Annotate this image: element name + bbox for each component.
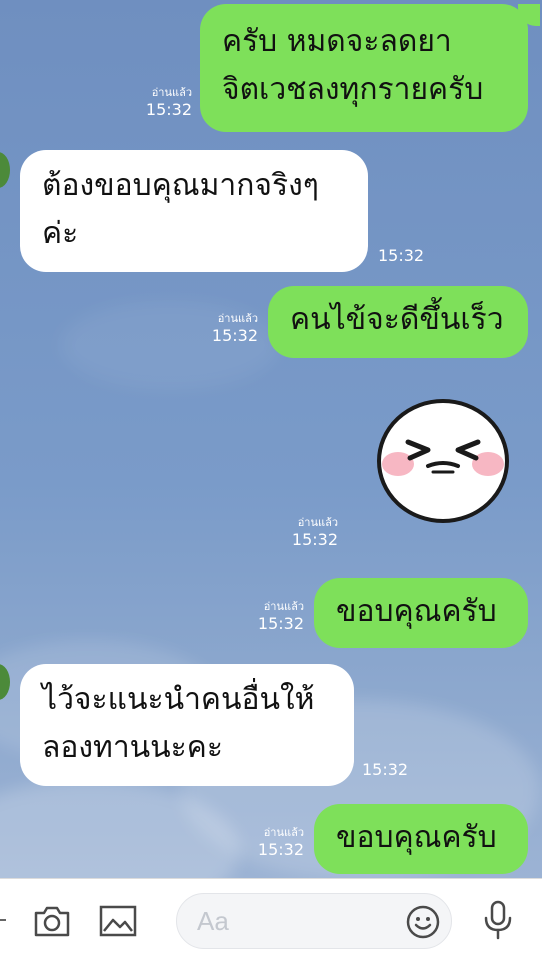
microphone-icon[interactable] xyxy=(482,899,514,941)
outgoing-message-bubble[interactable]: คนไข้จะดีขึ้นเร็ว xyxy=(268,286,528,358)
camera-icon[interactable] xyxy=(32,903,72,939)
message-time: 15:32 xyxy=(291,530,338,549)
incoming-message-bubble[interactable]: ไว้จะแนะนำคนอื่นให้ ลองทานนะคะ xyxy=(20,664,354,786)
message-line: ไว้จะแนะนำคนอื่นให้ xyxy=(42,682,315,717)
message-time: 15:32 xyxy=(257,840,304,859)
message-meta: อ่านแล้ว 15:32 xyxy=(264,516,338,550)
read-receipt: อ่านแล้ว xyxy=(297,516,338,529)
message-meta: อ่านแล้ว 15:32 xyxy=(184,312,258,346)
input-placeholder: Aa xyxy=(197,906,229,936)
message-line: ต้องขอบคุณมากจริงๆ xyxy=(42,168,319,203)
laughing-face-icon xyxy=(377,399,509,523)
message-line: คนไข้จะดีขึ้นเร็ว xyxy=(290,302,504,337)
emoji-icon[interactable] xyxy=(405,904,441,940)
message-time: 15:32 xyxy=(257,614,304,633)
message-line: ครับ หมดจะลดยา xyxy=(222,24,452,59)
message-time: 15:32 xyxy=(362,760,409,779)
read-receipt: อ่านแล้ว xyxy=(263,826,304,839)
message-meta: อ่านแล้ว 15:32 xyxy=(230,826,304,860)
outgoing-message-bubble[interactable]: ขอบคุณครับ xyxy=(314,578,528,648)
message-input[interactable]: Aa xyxy=(176,893,452,949)
avatar[interactable] xyxy=(0,152,10,188)
message-line: จิตเวชลงทุกรายครับ xyxy=(222,72,484,107)
message-time: 15:32 xyxy=(378,246,425,265)
plus-icon[interactable] xyxy=(0,919,6,921)
image-icon[interactable] xyxy=(98,903,138,939)
message-meta: อ่านแล้ว 15:32 xyxy=(118,86,192,120)
incoming-message-bubble[interactable]: ต้องขอบคุณมากจริงๆ ค่ะ xyxy=(20,150,368,272)
read-receipt: อ่านแล้ว xyxy=(263,600,304,613)
read-receipt: อ่านแล้ว xyxy=(151,86,192,99)
message-line: ขอบคุณครับ xyxy=(336,594,497,629)
message-meta: อ่านแล้ว 15:32 xyxy=(230,600,304,634)
read-receipt: อ่านแล้ว xyxy=(217,312,258,325)
message-time: 15:32 xyxy=(145,100,192,119)
message-input-bar: Aa xyxy=(0,878,542,960)
message-line: ขอบคุณครับ xyxy=(336,820,497,855)
outgoing-message-bubble[interactable]: ครับ หมดจะลดยา จิตเวชลงทุกรายครับ xyxy=(200,4,528,132)
message-line: ค่ะ xyxy=(42,216,79,251)
laughing-face-sticker[interactable] xyxy=(376,398,510,524)
message-line: ลองทานนะคะ xyxy=(42,730,223,765)
outgoing-message-bubble[interactable]: ขอบคุณครับ xyxy=(314,804,528,874)
chat-area[interactable]: อ่านแล้ว 15:32 ครับ หมดจะลดยา จิตเวชลงทุ… xyxy=(0,0,542,878)
message-time: 15:32 xyxy=(211,326,258,345)
